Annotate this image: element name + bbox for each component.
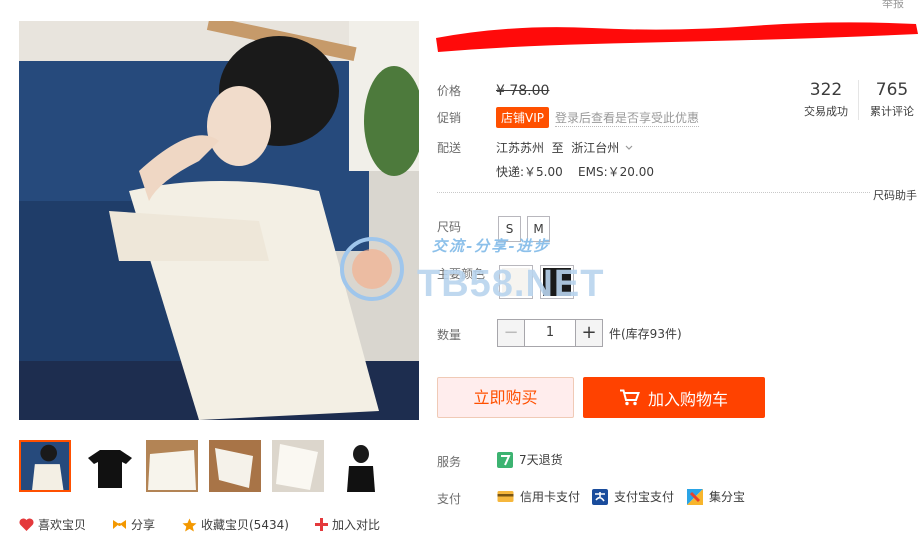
payment-credit-card-text: 信用卡支付: [520, 490, 581, 504]
jifenbao-icon: [687, 488, 703, 505]
vip-badge: 店铺VIP: [496, 107, 549, 128]
review-label: 累计评论: [870, 105, 914, 118]
add-to-cart-label: 加入购物车: [647, 389, 728, 409]
thumbnail-6[interactable]: [335, 440, 387, 492]
payment-credit-card[interactable]: 信用卡支付: [497, 488, 580, 505]
share-label: 分享: [131, 518, 156, 532]
promo-row: 促销 店铺VIP 登录后查看是否享受此优惠: [437, 107, 700, 128]
promo-hint[interactable]: 登录后查看是否享受此优惠: [555, 109, 700, 127]
payment-alipay-text: 支付宝支付: [614, 490, 675, 504]
thumbnail-2[interactable]: [84, 440, 136, 492]
color-option-white[interactable]: [499, 265, 533, 299]
plus-icon: [315, 518, 328, 531]
favorite-button[interactable]: 收藏宝贝(5434): [182, 516, 289, 533]
service-seven-day-return[interactable]: 7天退货: [497, 451, 563, 468]
favorite-label: 收藏宝贝(5434): [201, 518, 289, 532]
thumbnail-strip: [19, 440, 419, 494]
thumbnail-5[interactable]: [272, 440, 324, 492]
product-photo: [19, 21, 419, 420]
stock-info: 件(库存93件): [609, 327, 682, 341]
add-to-cart-button[interactable]: 加入购物车: [583, 377, 765, 418]
compare-button[interactable]: 加入对比: [315, 516, 380, 533]
like-button[interactable]: 喜欢宝贝: [19, 516, 86, 533]
service-text: 7天退货: [519, 453, 563, 467]
alipay-icon: [592, 488, 608, 505]
share-icon: [113, 520, 126, 529]
thumbnail-3[interactable]: [146, 440, 198, 492]
payment-jifenbao-text: 集分宝: [709, 490, 746, 504]
stat-divider: [858, 80, 859, 120]
seven-day-return-icon: [497, 451, 513, 468]
price-value: ¥ 78.00: [496, 82, 550, 99]
size-helper-link[interactable]: 尺码助手: [870, 187, 917, 203]
quantity-label: 数量: [437, 328, 462, 342]
heart-icon: [19, 518, 34, 531]
thumbnail-4[interactable]: [209, 440, 261, 492]
divider: [437, 192, 916, 193]
credit-card-icon: [497, 491, 514, 502]
promo-label: 促销: [437, 111, 462, 125]
shipping-row: 配送 江苏苏州 至 浙江台州: [437, 139, 633, 156]
shipping-fees-row: 快递:￥5.00 EMS:￥20.00: [496, 163, 654, 180]
size-option-m[interactable]: M: [527, 216, 550, 242]
cart-icon: [619, 389, 640, 406]
color-option-black[interactable]: [540, 265, 574, 299]
share-button[interactable]: 分享: [112, 516, 155, 533]
sold-stat: 322 交易成功: [797, 80, 855, 119]
compare-label: 加入对比: [332, 518, 381, 532]
payment-jifenbao[interactable]: 集分宝: [687, 488, 745, 505]
review-stat[interactable]: 765 累计评论: [864, 80, 920, 119]
chevron-down-icon[interactable]: [625, 145, 633, 151]
social-bar: 喜欢宝贝 分享 收藏宝贝(5434) 加入对比: [19, 516, 419, 536]
price-row: 价格 ¥ 78.00: [437, 82, 549, 99]
size-option-s[interactable]: S: [498, 216, 521, 242]
report-link[interactable]: 举报: [882, 0, 904, 11]
thumbnail-1[interactable]: [19, 440, 71, 492]
payment-label: 支付: [437, 492, 462, 506]
payment-alipay[interactable]: 支付宝支付: [592, 488, 674, 505]
size-label: 尺码: [437, 220, 462, 234]
color-swatch-white: [502, 268, 530, 296]
quantity-minus-button[interactable]: −: [497, 319, 525, 347]
sold-label: 交易成功: [804, 105, 848, 118]
price-label: 价格: [437, 84, 462, 98]
main-product-image[interactable]: [19, 21, 419, 420]
service-label: 服务: [437, 455, 462, 469]
buy-now-button[interactable]: 立即购买: [437, 377, 574, 418]
star-icon: [182, 518, 197, 531]
like-label: 喜欢宝贝: [38, 518, 87, 532]
quantity-input[interactable]: 1: [525, 319, 575, 347]
review-count: 765: [875, 80, 909, 100]
redacted-title: [436, 22, 918, 52]
quantity-stepper: − 1 +: [497, 319, 603, 347]
color-swatch-black: [543, 268, 571, 296]
shipping-route[interactable]: 江苏苏州 至 浙江台州: [496, 139, 619, 156]
quantity-plus-button[interactable]: +: [575, 319, 603, 347]
color-label: 主要颜色: [437, 267, 486, 281]
shipping-label: 配送: [437, 141, 462, 155]
sold-count: 322: [809, 80, 843, 100]
shipping-fees: 快递:￥5.00 EMS:￥20.00: [496, 165, 654, 179]
